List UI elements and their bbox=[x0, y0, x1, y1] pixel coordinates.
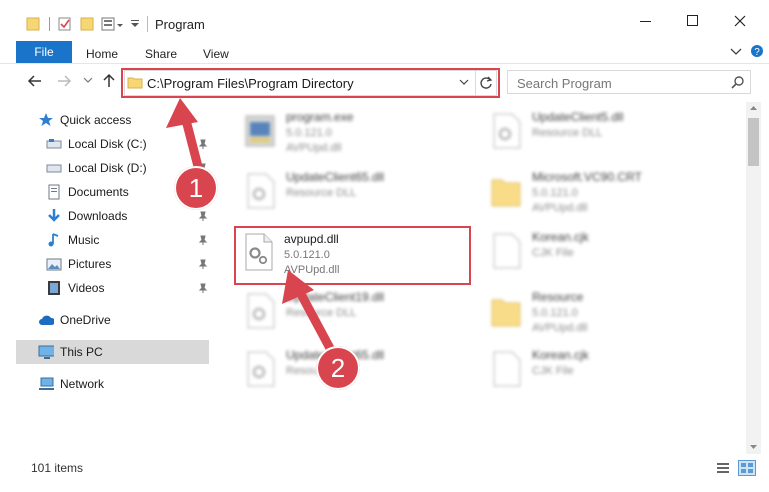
sidebar-item-onedrive[interactable]: OneDrive bbox=[38, 308, 210, 332]
film-icon bbox=[48, 281, 60, 295]
cjk-file-icon bbox=[493, 233, 521, 269]
file-item[interactable]: UpdateClient65.dll Resource DLL bbox=[238, 170, 458, 218]
file-version: 5.0.121.0 bbox=[286, 127, 332, 139]
file-item[interactable]: program.exe 5.0.121.0 AVPUpd.dll bbox=[238, 110, 458, 158]
file-description: AVPUpd.dll bbox=[532, 202, 588, 214]
file-item[interactable]: Korean.cjk CJK File bbox=[484, 230, 704, 278]
close-icon bbox=[734, 15, 746, 27]
file-description: AVPUpd.dll bbox=[532, 322, 588, 334]
maximize-icon bbox=[687, 15, 698, 26]
close-button[interactable] bbox=[717, 6, 763, 36]
file-item[interactable]: UpdateClient5.dll Resource DLL bbox=[484, 110, 704, 158]
search-placeholder: Search Program bbox=[517, 76, 612, 91]
file-name: UpdateClient65.dll bbox=[286, 170, 385, 184]
scroll-thumb[interactable] bbox=[748, 118, 759, 166]
dll-file-icon bbox=[247, 173, 275, 209]
exe-file-icon bbox=[245, 115, 275, 147]
sidebar-item-network[interactable]: Network bbox=[38, 372, 210, 396]
file-version: 5.0.121.0 bbox=[532, 187, 578, 199]
picture-icon bbox=[46, 258, 62, 271]
details-view-icon[interactable] bbox=[716, 462, 730, 474]
sidebar-item-label: Documents bbox=[68, 185, 129, 199]
svg-text:?: ? bbox=[754, 47, 760, 58]
file-type: CJK File bbox=[532, 247, 574, 259]
back-arrow-icon[interactable] bbox=[27, 73, 43, 89]
callout-badge-1: 1 bbox=[174, 166, 218, 210]
drive-icon bbox=[46, 139, 62, 149]
file-item[interactable]: Korean.cjk CJK File bbox=[484, 348, 704, 396]
pin-icon[interactable] bbox=[198, 211, 208, 221]
file-type: Resource DLL bbox=[532, 127, 603, 139]
file-name: Microsoft.VC90.CRT bbox=[532, 170, 642, 184]
sidebar-item-label: This PC bbox=[60, 345, 103, 359]
up-arrow-icon[interactable] bbox=[101, 73, 117, 89]
sidebar-item-videos[interactable]: Videos bbox=[46, 276, 210, 300]
pin-icon[interactable] bbox=[198, 235, 208, 245]
star-icon bbox=[39, 113, 53, 126]
properties-icon[interactable] bbox=[57, 16, 73, 32]
recent-chevron-icon[interactable] bbox=[83, 76, 93, 86]
tab-home[interactable]: Home bbox=[86, 47, 118, 61]
sidebar-item-label: OneDrive bbox=[60, 313, 111, 327]
sidebar-item-label: Network bbox=[60, 377, 105, 391]
sidebar-item-label: Quick access bbox=[60, 113, 132, 127]
dropdown-arrow-icon[interactable] bbox=[130, 16, 140, 30]
tab-view[interactable]: View bbox=[203, 47, 229, 61]
file-description: AVPUpd.dll bbox=[286, 142, 342, 154]
separator-icon bbox=[49, 17, 50, 31]
minimize-icon bbox=[640, 21, 651, 22]
callout-badge-2: 2 bbox=[316, 346, 360, 390]
maximize-button[interactable] bbox=[670, 6, 716, 36]
status-bar bbox=[0, 456, 769, 478]
window-title: Program bbox=[155, 17, 205, 32]
file-name: UpdateClient5.dll bbox=[532, 110, 624, 124]
search-icon[interactable] bbox=[731, 75, 745, 89]
sidebar-item-pictures[interactable]: Pictures bbox=[46, 252, 210, 276]
cloud-icon bbox=[39, 315, 54, 325]
folder-icon bbox=[26, 17, 40, 31]
folder-icon bbox=[491, 299, 521, 327]
document-icon bbox=[48, 184, 60, 200]
minimize-button[interactable] bbox=[623, 6, 669, 36]
scroll-up-icon[interactable] bbox=[749, 104, 758, 112]
large-icons-view-icon[interactable] bbox=[738, 460, 756, 476]
drive-icon bbox=[46, 164, 62, 173]
sidebar-item-label: Music bbox=[68, 233, 100, 247]
scroll-down-icon[interactable] bbox=[749, 443, 758, 451]
file-item[interactable]: Microsoft.VC90.CRT 5.0.121.0 AVPUpd.dll bbox=[484, 170, 704, 218]
forward-arrow-icon[interactable] bbox=[56, 73, 72, 89]
customize-toolbar-icon[interactable] bbox=[101, 16, 125, 32]
tab-file[interactable]: File bbox=[16, 41, 72, 63]
file-name: Korean.cjk bbox=[532, 230, 589, 244]
sidebar-item-label: Downloads bbox=[68, 209, 128, 223]
help-icon[interactable]: ? bbox=[750, 44, 764, 58]
sidebar-item-this-pc[interactable]: This PC bbox=[16, 340, 209, 364]
cjk-file-icon bbox=[493, 351, 521, 387]
file-name: Resource bbox=[532, 290, 584, 304]
sidebar-item-label: Local Disk (D:) bbox=[68, 161, 147, 175]
tab-share[interactable]: Share bbox=[145, 47, 177, 61]
pin-icon[interactable] bbox=[198, 259, 208, 269]
new-folder-icon[interactable] bbox=[80, 16, 94, 32]
network-icon bbox=[39, 377, 54, 390]
sidebar-item-label: Pictures bbox=[68, 257, 112, 271]
file-type: Resource DLL bbox=[286, 187, 357, 199]
sidebar-item-label: Videos bbox=[68, 281, 105, 295]
separator-icon bbox=[147, 16, 148, 32]
sidebar-item-label: Local Disk (C:) bbox=[68, 137, 147, 151]
computer-icon bbox=[38, 345, 54, 359]
file-name: program.exe bbox=[286, 110, 354, 124]
item-count: 101 items bbox=[31, 461, 84, 475]
download-arrow-icon bbox=[48, 209, 60, 222]
file-version: 5.0.121.0 bbox=[532, 307, 578, 319]
music-note-icon bbox=[48, 233, 59, 247]
file-item[interactable]: Resource 5.0.121.0 AVPUpd.dll bbox=[484, 290, 704, 338]
folder-icon bbox=[491, 179, 521, 207]
dll-file-icon bbox=[493, 113, 521, 149]
sidebar-item-music[interactable]: Music bbox=[46, 228, 210, 252]
file-name: Korean.cjk bbox=[532, 348, 589, 362]
pin-icon[interactable] bbox=[198, 283, 208, 293]
chevron-down-icon[interactable] bbox=[730, 47, 742, 57]
file-type: CJK File bbox=[532, 365, 574, 377]
